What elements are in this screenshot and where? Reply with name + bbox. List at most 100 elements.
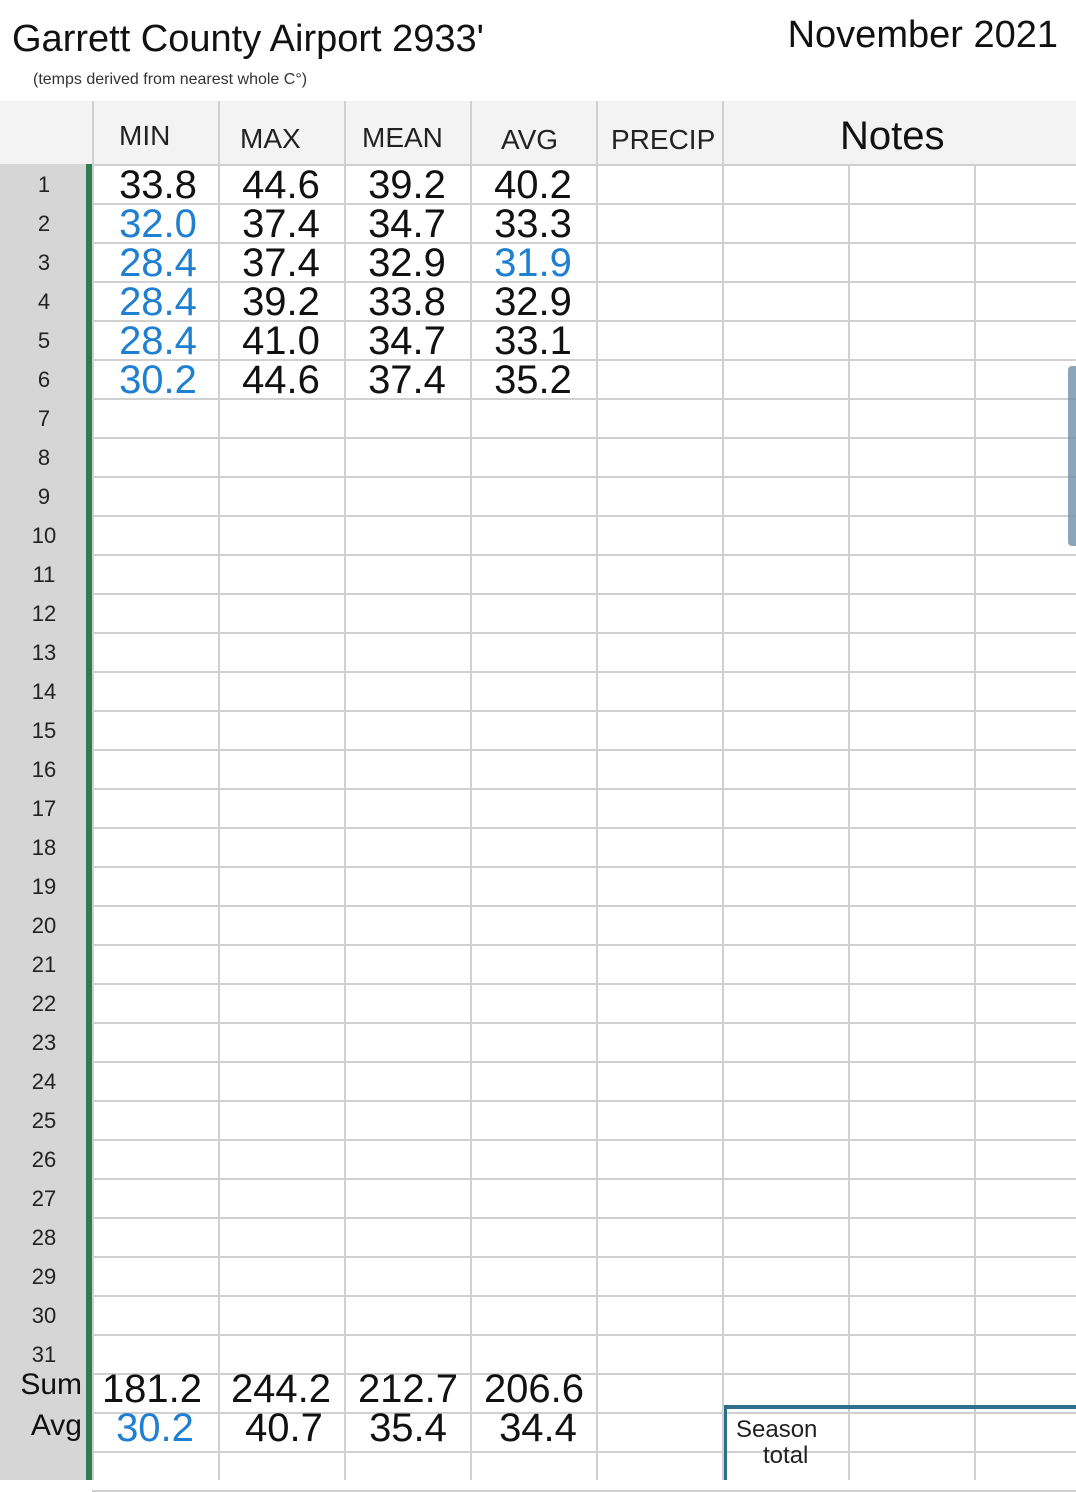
col-header-mean[interactable]: MEAN: [362, 122, 443, 154]
row-number[interactable]: 29: [0, 1264, 88, 1290]
cell-avg-day-2[interactable]: 33.3: [470, 204, 596, 244]
cell-avg-day-6[interactable]: 35.2: [470, 360, 596, 400]
avg-avg-cell[interactable]: 34.4: [475, 1408, 601, 1448]
row-number[interactable]: 12: [0, 601, 88, 627]
grid-hline: [92, 1295, 1076, 1297]
grid-hline: [92, 1100, 1076, 1102]
col-header-notes[interactable]: Notes: [840, 114, 945, 159]
cell-mean-day-5[interactable]: 34.7: [344, 321, 470, 361]
avg-mean-cell[interactable]: 35.4: [345, 1408, 471, 1448]
season-total-line: total: [763, 1442, 809, 1469]
cell-min-day-1[interactable]: 33.8: [95, 165, 221, 205]
cell-min-day-5[interactable]: 28.4: [95, 321, 221, 361]
row-number[interactable]: 11: [0, 562, 88, 588]
grid-vline: [848, 164, 850, 1480]
sum-max-cell[interactable]: 244.2: [218, 1369, 344, 1409]
cell-avg-day-3[interactable]: 31.9: [470, 243, 596, 283]
cell-max-day-1[interactable]: 44.6: [218, 165, 344, 205]
spreadsheet-grid[interactable]: MIN MAX MEAN AVG PRECIP Notes 1234567891…: [0, 101, 1076, 1492]
cell-max-day-3[interactable]: 37.4: [218, 243, 344, 283]
cell-mean-day-3[interactable]: 32.9: [344, 243, 470, 283]
col-header-precip[interactable]: PRECIP: [611, 124, 715, 156]
row-number[interactable]: 27: [0, 1186, 88, 1212]
row-number[interactable]: 28: [0, 1225, 88, 1251]
cell-avg-day-5[interactable]: 33.1: [470, 321, 596, 361]
row-number[interactable]: 15: [0, 718, 88, 744]
scroll-handle[interactable]: [1068, 366, 1076, 546]
row-number[interactable]: 30: [0, 1303, 88, 1329]
row-number[interactable]: 5: [0, 328, 88, 354]
row-number[interactable]: 17: [0, 796, 88, 822]
cell-max-day-2[interactable]: 37.4: [218, 204, 344, 244]
row-number[interactable]: 18: [0, 835, 88, 861]
cell-mean-day-1[interactable]: 39.2: [344, 165, 470, 205]
row-number[interactable]: 31: [0, 1342, 88, 1368]
season-total-box[interactable]: Season total: [724, 1405, 1076, 1484]
grid-vline: [974, 164, 976, 1480]
row-number[interactable]: 3: [0, 250, 88, 276]
grid-hline: [92, 710, 1076, 712]
cell-min-day-3[interactable]: 28.4: [95, 243, 221, 283]
row-number[interactable]: 25: [0, 1108, 88, 1134]
cell-mean-day-4[interactable]: 33.8: [344, 282, 470, 322]
row-number[interactable]: 24: [0, 1069, 88, 1095]
row-number[interactable]: 14: [0, 679, 88, 705]
row-number[interactable]: 22: [0, 991, 88, 1017]
cell-min-day-2[interactable]: 32.0: [95, 204, 221, 244]
cell-min-day-4[interactable]: 28.4: [95, 282, 221, 322]
sheet-subtitle: (temps derived from nearest whole C°): [33, 71, 308, 88]
sum-min-cell[interactable]: 181.2: [89, 1369, 215, 1409]
grid-hline: [92, 593, 1076, 595]
row-number[interactable]: 19: [0, 874, 88, 900]
cell-max-day-4[interactable]: 39.2: [218, 282, 344, 322]
cell-max-day-5[interactable]: 41.0: [218, 321, 344, 361]
season-total-line: Season: [736, 1416, 818, 1443]
grid-hline: [92, 554, 1076, 556]
row-number[interactable]: 2: [0, 211, 88, 237]
row-number[interactable]: 4: [0, 289, 88, 315]
row-number[interactable]: 9: [0, 484, 88, 510]
row-number[interactable]: 8: [0, 445, 88, 471]
grid-hline: [92, 671, 1076, 673]
row-number[interactable]: 7: [0, 406, 88, 432]
grid-hline: [92, 1217, 1076, 1219]
grid-hline: [92, 1256, 1076, 1258]
grid-hline: [92, 983, 1076, 985]
row-number[interactable]: 26: [0, 1147, 88, 1173]
avg-max-cell[interactable]: 40.7: [221, 1408, 347, 1448]
row-number[interactable]: 23: [0, 1030, 88, 1056]
row-number[interactable]: 6: [0, 367, 88, 393]
corner-cell[interactable]: [0, 101, 92, 164]
row-number[interactable]: 10: [0, 523, 88, 549]
row-number[interactable]: 13: [0, 640, 88, 666]
cell-avg-day-4[interactable]: 32.9: [470, 282, 596, 322]
grid-hline: [92, 1334, 1076, 1336]
sum-row-label: Sum: [20, 1368, 82, 1401]
grid-hline: [92, 905, 1076, 907]
cell-mean-day-6[interactable]: 37.4: [344, 360, 470, 400]
grid-hline: [92, 866, 1076, 868]
sum-mean-cell[interactable]: 212.7: [345, 1369, 471, 1409]
cell-min-day-6[interactable]: 30.2: [95, 360, 221, 400]
row-number[interactable]: 1: [0, 172, 88, 198]
sum-avg-cell[interactable]: 206.6: [471, 1369, 597, 1409]
season-total-edge: [724, 1409, 727, 1480]
cell-avg-day-1[interactable]: 40.2: [470, 165, 596, 205]
row-number[interactable]: 16: [0, 757, 88, 783]
grid-vline: [596, 101, 598, 1480]
col-header-min[interactable]: MIN: [119, 120, 170, 152]
grid-vline: [722, 101, 724, 1480]
row-number[interactable]: 20: [0, 913, 88, 939]
col-header-avg[interactable]: AVG: [501, 124, 558, 156]
grid-hline: [92, 944, 1076, 946]
grid-hline: [92, 827, 1076, 829]
grid-hline: [92, 515, 1076, 517]
grid-vline: [92, 101, 94, 1480]
row-number[interactable]: 21: [0, 952, 88, 978]
avg-min-cell[interactable]: 30.2: [92, 1408, 218, 1448]
grid-hline: [92, 1061, 1076, 1063]
grid-hline: [92, 437, 1076, 439]
cell-mean-day-2[interactable]: 34.7: [344, 204, 470, 244]
cell-max-day-6[interactable]: 44.6: [218, 360, 344, 400]
col-header-max[interactable]: MAX: [240, 123, 301, 155]
